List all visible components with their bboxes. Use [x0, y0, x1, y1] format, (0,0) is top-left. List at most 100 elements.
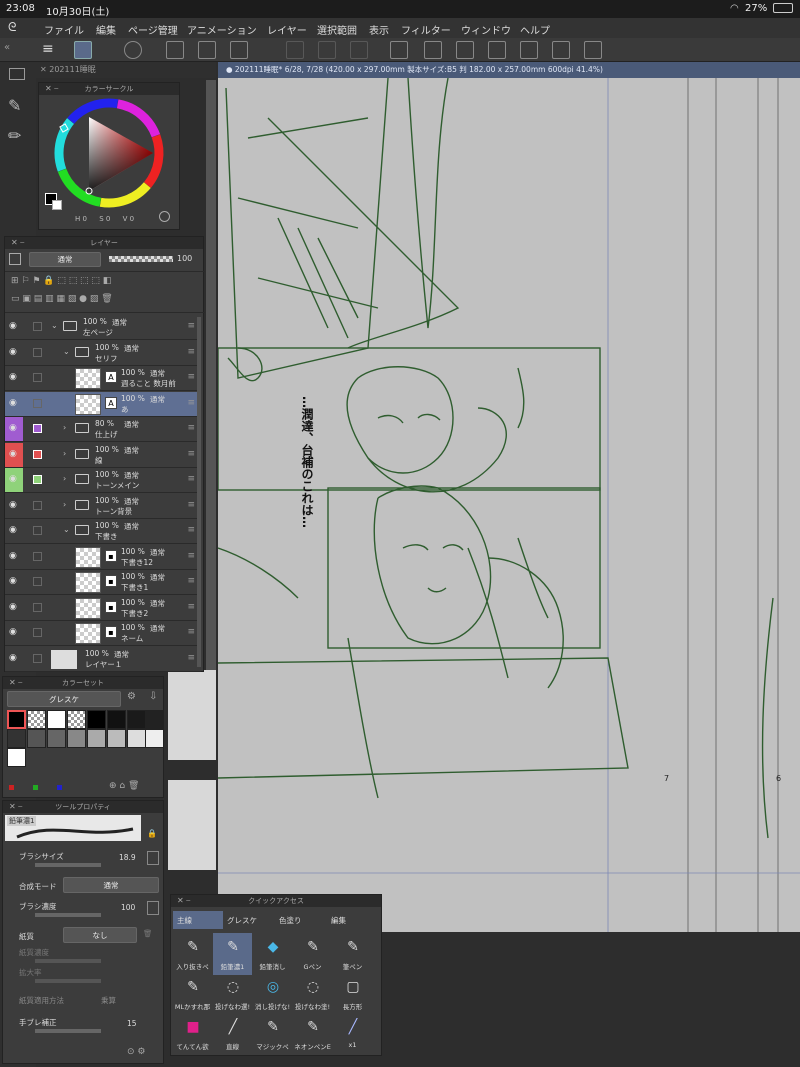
panel-scrollbar[interactable] — [206, 80, 216, 670]
layer-row[interactable]: ◉ A 100 % 通常 週ること 数月前 ≡ — [5, 366, 201, 391]
green-dot-icon[interactable] — [33, 785, 38, 790]
layer-scrollbar[interactable] — [197, 317, 201, 667]
chevron-right-icon[interactable]: › — [63, 449, 66, 458]
color-set-select[interactable]: グレスケ — [7, 691, 121, 707]
menu-page[interactable]: ページ管理 — [128, 22, 178, 37]
lock-icon[interactable]: 🔒 — [147, 829, 157, 838]
close-icon[interactable]: ✕ ⎯ — [177, 895, 190, 907]
layer-row[interactable]: ◉ ⌄ 100 % 通常 左ページ ≡ — [5, 315, 201, 340]
blend-mode-select[interactable]: 通常 — [29, 252, 101, 267]
layer-check[interactable] — [33, 424, 42, 433]
visibility-icon[interactable]: ◉ — [9, 398, 17, 408]
brush-size-slider[interactable] — [35, 863, 101, 867]
quick-access-item[interactable]: ▢ 長方形 — [333, 973, 372, 1015]
color-wheel[interactable] — [49, 97, 173, 209]
color-swatch[interactable] — [47, 729, 66, 748]
redo-button[interactable] — [318, 41, 336, 59]
color-swatch[interactable] — [145, 710, 164, 729]
drag-handle-icon[interactable]: ≡ — [187, 653, 195, 663]
red-dot-icon[interactable] — [9, 785, 14, 790]
drag-handle-icon[interactable]: ≡ — [187, 627, 195, 637]
dropdown-icon[interactable] — [147, 851, 159, 865]
open-file-button[interactable] — [198, 41, 216, 59]
menu-help[interactable]: ヘルプ — [520, 22, 550, 37]
drag-handle-icon[interactable]: ≡ — [187, 474, 195, 484]
filmstrip-icon[interactable] — [9, 68, 25, 80]
color-swatch[interactable] — [47, 710, 66, 729]
canvas-tab[interactable]: ● 202111睡眠* 6/28, 7/28 (420.00 x 297.00m… — [218, 62, 800, 78]
layer-row[interactable]: ◉ › 80 % 通常 仕上げ ≡ — [5, 417, 201, 442]
clear-button[interactable] — [350, 41, 368, 59]
layer-check[interactable] — [33, 653, 42, 663]
layer-check[interactable] — [33, 526, 42, 535]
layer-row[interactable]: ◉ ⌄ 100 % 通常 セリフ ≡ — [5, 341, 201, 366]
layer-tool-icons-row1[interactable]: ⊞ ⚐ ⚑ 🔒 ⬚ ⬚ ⬚ ⬚ ◧ — [11, 276, 111, 286]
menu-animation[interactable]: アニメーション — [187, 22, 257, 37]
color-space-icon[interactable] — [159, 211, 170, 222]
density-slider[interactable] — [35, 913, 101, 917]
chevron-down-icon[interactable]: ⌄ — [63, 525, 70, 534]
menu-file[interactable]: ファイル — [44, 22, 84, 37]
undo-button[interactable] — [286, 41, 304, 59]
drag-handle-icon[interactable]: ≡ — [187, 423, 195, 433]
quick-access-item[interactable]: ◌ 投げなわ塗! — [293, 973, 332, 1015]
quick-access-item[interactable]: ✎ Gペン — [293, 933, 332, 975]
drag-handle-icon[interactable]: ≡ — [187, 321, 195, 331]
layer-row[interactable]: ◉ › 100 % 通常 トーンメイン ≡ — [5, 468, 201, 493]
flip-vertical-button[interactable] — [584, 41, 602, 59]
close-icon[interactable]: ✕ ⎯ — [9, 677, 22, 689]
flip-horizontal-button[interactable] — [552, 41, 570, 59]
color-swatch[interactable] — [27, 710, 46, 729]
color-set-action-icons[interactable]: ⊕ ⌂ 🗑 — [109, 781, 139, 791]
color-swatch[interactable] — [107, 729, 126, 748]
layer-row[interactable]: ◉ ⌄ 100 % 通常 下書き ≡ — [5, 519, 201, 544]
trash-icon[interactable]: 🗑 — [143, 929, 153, 938]
quick-access-item[interactable]: ◆ 鉛筆消し — [253, 933, 292, 975]
layer-check[interactable] — [33, 551, 42, 561]
pen-tool-icon[interactable]: ✎ — [8, 96, 21, 115]
layer-mask-toggle-icon[interactable] — [9, 253, 21, 265]
chevron-down-icon[interactable]: ⌄ — [63, 347, 70, 356]
download-icon[interactable] — [147, 901, 159, 915]
layer-row[interactable]: ◉ ▪ 100 % 通常 下書き1 ≡ — [5, 570, 201, 595]
menu-filter[interactable]: フィルター — [401, 22, 451, 37]
visibility-icon[interactable]: ◉ — [9, 372, 17, 382]
layer-check[interactable] — [33, 628, 42, 637]
blue-dot-icon[interactable] — [57, 785, 62, 790]
color-swatch[interactable] — [127, 710, 146, 729]
app-logo-icon[interactable]: ᘓ — [8, 20, 16, 35]
color-swatch[interactable] — [7, 729, 26, 748]
paper-density-slider[interactable] — [35, 959, 101, 963]
visibility-icon[interactable]: ◉ — [9, 423, 17, 433]
layer-check[interactable] — [33, 475, 42, 484]
layer-check[interactable] — [33, 577, 42, 586]
layer-check[interactable] — [33, 373, 42, 382]
visibility-icon[interactable]: ◉ — [9, 653, 17, 663]
quick-access-item[interactable]: ◎ 消し投げな! — [253, 973, 292, 1015]
visibility-icon[interactable]: ◉ — [9, 449, 17, 459]
menu-view[interactable]: 表示 — [369, 22, 389, 37]
close-icon[interactable]: ✕ ⎯ — [9, 801, 22, 813]
quick-access-item[interactable]: ✎ ネオンペンE — [293, 1013, 332, 1055]
drag-handle-icon[interactable]: ≡ — [187, 398, 195, 408]
color-swatch[interactable] — [27, 729, 46, 748]
layer-row[interactable]: ◉ 100 % 通常 レイヤー１ ≡ — [5, 647, 201, 672]
color-swatch[interactable] — [7, 710, 26, 729]
layer-row[interactable]: ◉ › 100 % 通常 トーン背景 ≡ — [5, 494, 201, 519]
wrench-icon[interactable]: ⚙ — [127, 691, 136, 702]
sub-color-swatch[interactable] — [52, 200, 62, 210]
chevron-right-icon[interactable]: › — [63, 423, 66, 432]
color-swatch[interactable] — [7, 748, 26, 767]
quick-access-item[interactable]: ■ てんてん欲 — [173, 1013, 212, 1055]
quick-access-item[interactable]: ✎ 入り抜きペ — [173, 933, 212, 975]
visibility-icon[interactable]: ◉ — [9, 551, 17, 561]
fill-button[interactable] — [424, 41, 442, 59]
companion-mode-button[interactable] — [124, 41, 142, 59]
export-button[interactable] — [520, 41, 538, 59]
quick-access-item[interactable]: ╱ 直線 — [213, 1013, 252, 1055]
import-icon[interactable]: ⇩ — [149, 691, 157, 702]
layer-check[interactable] — [33, 347, 42, 357]
import-button[interactable] — [488, 41, 506, 59]
color-swatch[interactable] — [67, 710, 86, 729]
drag-handle-icon[interactable]: ≡ — [187, 525, 195, 535]
